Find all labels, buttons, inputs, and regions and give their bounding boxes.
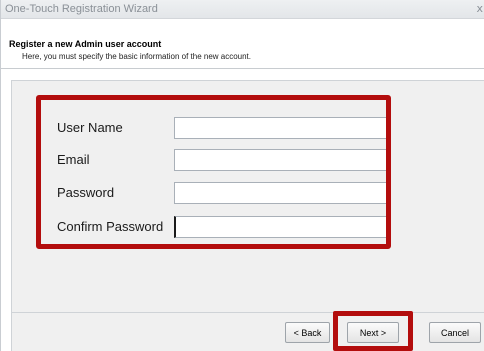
username-label: User Name	[57, 120, 123, 135]
page-subtitle: Here, you must specify the basic informa…	[22, 52, 252, 61]
button-bar	[11, 312, 484, 351]
title-bar: One-Touch Registration Wizard x	[1, 0, 484, 19]
confirm-password-label: Confirm Password	[57, 219, 164, 234]
back-button[interactable]: < Back	[285, 322, 330, 343]
cancel-button[interactable]: Cancel	[429, 322, 481, 343]
confirm-password-field[interactable]	[174, 216, 386, 238]
username-field[interactable]	[174, 117, 386, 139]
page-title: Register a new Admin user account	[9, 39, 162, 49]
wizard-window: One-Touch Registration Wizard x Register…	[0, 0, 484, 351]
email-field[interactable]	[174, 149, 386, 171]
password-label: Password	[57, 185, 115, 200]
next-highlight-box	[333, 311, 413, 351]
header-divider	[1, 68, 484, 69]
close-icon[interactable]: x	[476, 2, 483, 15]
window-title: One-Touch Registration Wizard	[5, 3, 158, 15]
password-field[interactable]	[174, 182, 386, 204]
email-label: Email	[57, 152, 90, 167]
wizard-header: Register a new Admin user account Here, …	[1, 20, 484, 68]
